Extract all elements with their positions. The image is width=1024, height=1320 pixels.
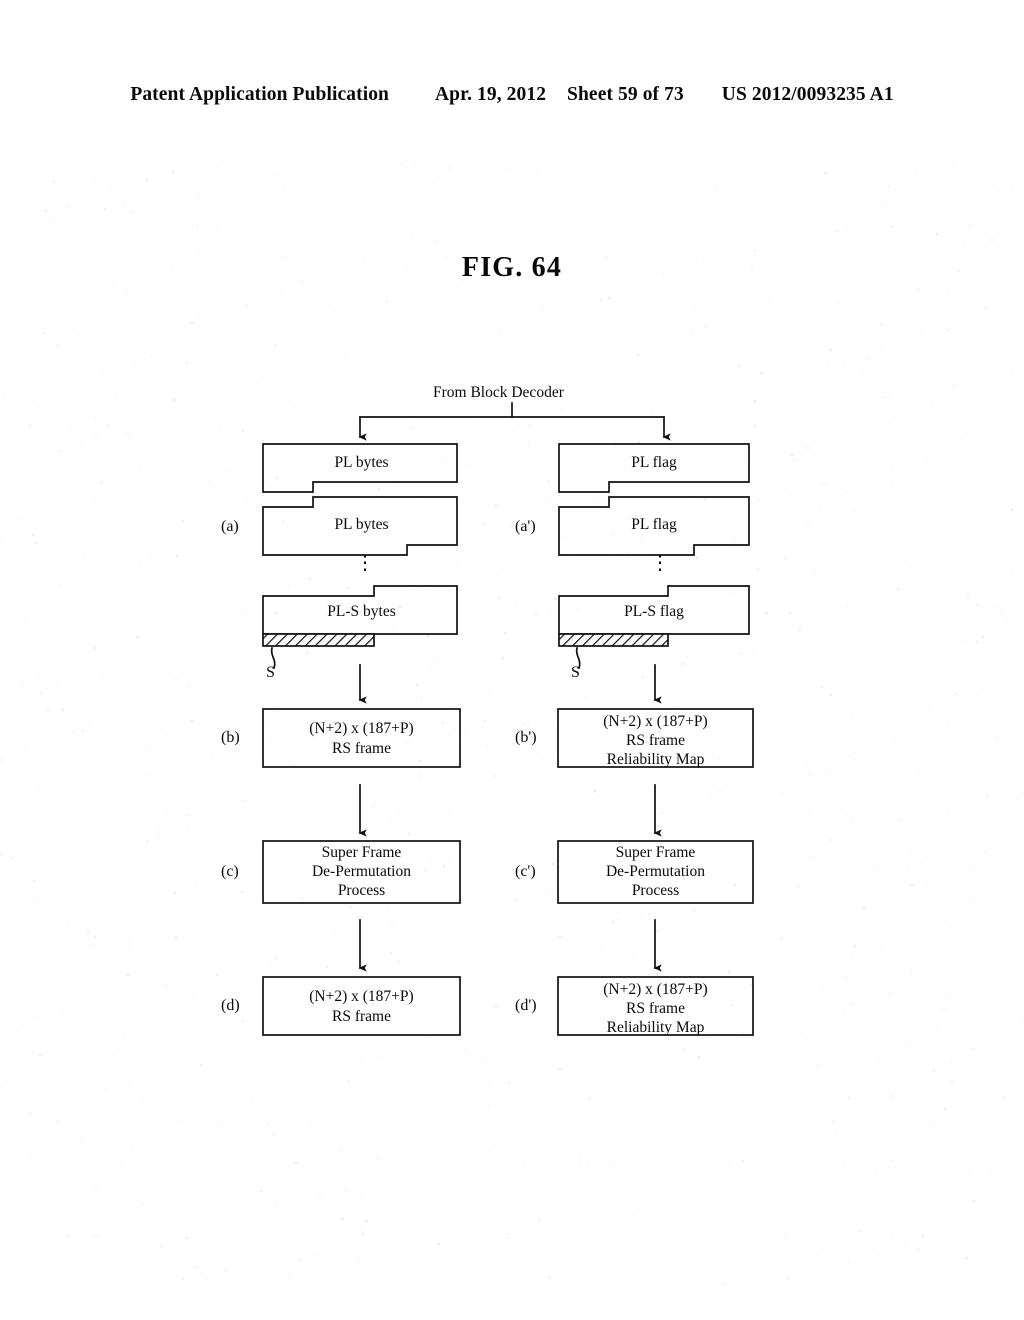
left-stack-label-2: PL bytes	[334, 516, 389, 533]
left-box-d-line2: RS frame	[332, 1008, 391, 1025]
right-box-d-line1: (N+2) x (187+P)	[603, 981, 708, 998]
right-parity-s-label: S	[571, 664, 580, 681]
right-row-marker-c: (c')	[515, 863, 536, 880]
right-stack-label-1: PL flag	[631, 454, 677, 471]
left-box-c-text: Super Frame De-Permutation Process	[263, 843, 460, 900]
left-stack-label-3: PL-S bytes	[327, 603, 396, 620]
left-box-b-text: (N+2) x (187+P) RS frame	[263, 719, 460, 759]
left-box-c-line3: Process	[337, 882, 386, 899]
right-box-c-text: Super Frame De-Permutation Process	[558, 843, 753, 900]
left-row-marker-c: (c)	[221, 863, 239, 880]
right-stack-ellipsis: ⋮	[650, 552, 670, 574]
diagram-canvas	[262, 402, 754, 1036]
right-box-c-line1: Super Frame	[615, 844, 696, 861]
left-row-marker-d: (d)	[221, 997, 240, 1014]
from-block-decoder-label: From Block Decoder	[433, 384, 564, 401]
right-box-b-line3: Reliability Map	[606, 751, 705, 768]
left-row-marker-a: (a)	[221, 518, 239, 535]
right-box-d-text: (N+2) x (187+P) RS frame Reliability Map	[558, 980, 753, 1037]
left-box-c-line1: Super Frame	[321, 844, 402, 861]
left-stack-ellipsis: ⋮	[355, 552, 375, 574]
right-row-marker-d: (d')	[515, 997, 537, 1014]
left-box-b-line2: RS frame	[332, 740, 391, 757]
right-box-b-line2: RS frame	[626, 732, 685, 749]
right-box-b-line1: (N+2) x (187+P)	[603, 713, 708, 730]
figure-64-diagram: From Block Decoder PL bytes PL bytes PL-…	[0, 0, 1024, 1320]
left-parity-bar	[262, 633, 375, 647]
right-box-c-line2: De-Permutation	[605, 863, 705, 880]
right-box-c-line3: Process	[631, 882, 680, 899]
right-box-d-line3: Reliability Map	[606, 1019, 705, 1036]
right-row-marker-a: (a')	[515, 518, 536, 535]
left-box-c-line2: De-Permutation	[311, 863, 411, 880]
source-bracket	[358, 402, 671, 441]
left-box-d-text: (N+2) x (187+P) RS frame	[263, 987, 460, 1027]
right-box-b-text: (N+2) x (187+P) RS frame Reliability Map	[558, 712, 753, 769]
right-stack-label-2: PL flag	[631, 516, 677, 533]
left-stack-label-1: PL bytes	[334, 454, 389, 471]
left-row-marker-b: (b)	[221, 729, 240, 746]
right-row-marker-b: (b')	[515, 729, 537, 746]
left-box-b-line1: (N+2) x (187+P)	[309, 720, 414, 737]
right-stack-label-3: PL-S flag	[624, 603, 684, 620]
left-parity-s-label: S	[266, 664, 275, 681]
right-parity-bar	[558, 633, 669, 647]
left-box-d-line1: (N+2) x (187+P)	[309, 988, 414, 1005]
right-box-d-line2: RS frame	[626, 1000, 685, 1017]
